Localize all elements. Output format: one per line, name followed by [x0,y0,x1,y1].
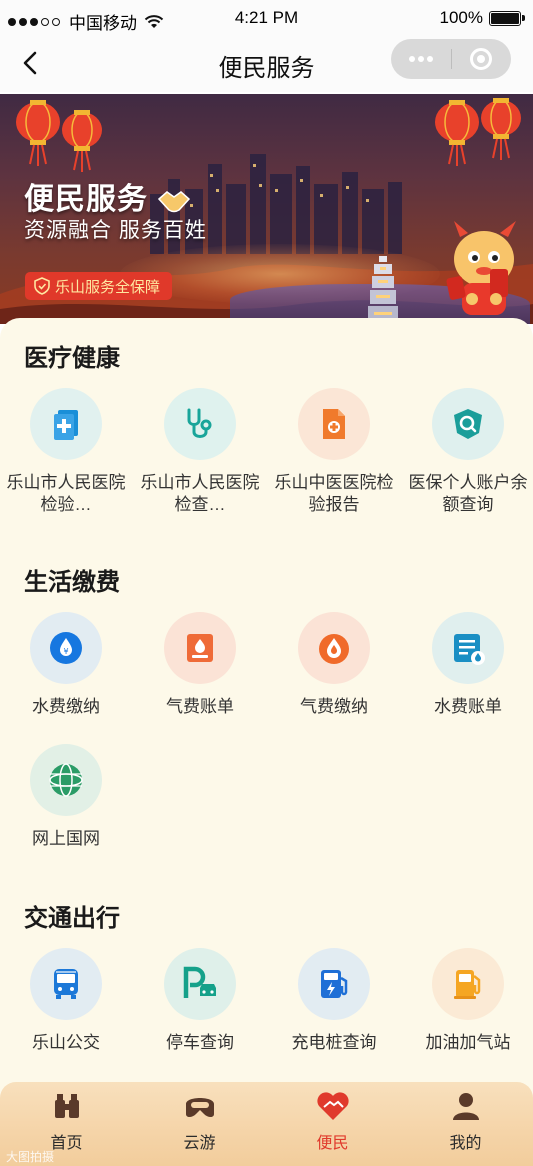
handshake-icon [158,191,191,213]
service-item-label: 充电桩查询 [291,1033,377,1052]
stethoscope-icon [164,388,236,460]
status-bar: 中国移动 4:21 PM 100% [0,0,533,36]
service-item-label: 停车查询 [166,1033,234,1052]
service-item-insurance-balance[interactable]: 医保个人账户余额查询 [402,388,533,516]
service-item-label: 乐山中医医院检验报告 [274,473,394,514]
service-item-label: 加油加气站 [425,1033,511,1052]
watermark: 大图拍摄 [6,1150,55,1164]
tab-label: 云游 [183,1135,216,1152]
navigation-bar: 便民服务 [0,36,533,92]
user-icon [452,1093,479,1120]
insurance-search-icon [432,388,504,460]
banner-subtitle: 资源融合 服务百姓 [24,219,207,242]
service-item-parking[interactable]: 停车查询 [134,948,266,1054]
fuel-station-icon [432,948,504,1020]
target-icon [470,48,493,70]
service-item-charging[interactable]: 充电桩查询 [268,948,400,1054]
svg-text:¥: ¥ [63,647,68,656]
heart-handshake-icon [316,1092,349,1120]
shield-icon [34,277,50,295]
service-item-label: 水费账单 [434,697,502,716]
tab-cloud-tour[interactable]: 云游 [133,1090,266,1153]
banner-title: 便民服务 [24,174,191,218]
battery-icon [489,10,525,26]
binoculars-icon [54,1094,79,1118]
service-item-label: 乐山公交 [32,1033,100,1052]
promo-banner[interactable]: 便民服务 资源融合 服务百姓 乐山服务全保障 [0,94,533,324]
water-bill-icon [432,612,504,684]
tab-mine[interactable]: 我的 [399,1090,532,1153]
tab-label: 我的 [449,1135,482,1152]
service-item-label: 乐山市人民医院检验… [6,473,126,514]
tab-label: 便民 [316,1135,349,1152]
medical-report-icon [30,388,102,460]
close-miniprogram-button[interactable] [451,39,511,79]
pagoda-tower-icon [368,256,398,324]
more-options-button[interactable] [391,39,451,79]
service-item-label: 水费缴纳 [32,697,100,716]
tab-convenience[interactable]: 便民 [266,1090,399,1153]
miniprogram-capsule [391,39,511,79]
services-panel: 医疗健康 乐山市人民医院检验… 乐山市人民医院检查… 乐山中医医院检验报告 医保… [0,318,533,1098]
service-item-state-grid[interactable]: 网上国网 [0,744,132,850]
service-item-hospital-lab[interactable]: 乐山市人民医院检验… [0,388,132,516]
battery-indicator: 100% [439,8,525,28]
dragon-mascot-icon [446,221,516,315]
gas-bill-icon [164,612,236,684]
tab-home[interactable]: 首页 [0,1090,133,1153]
water-drop-icon: ¥ [30,612,102,684]
service-item-water-bill[interactable]: 水费账单 [402,612,533,718]
charging-station-icon [298,948,370,1020]
bus-icon [30,948,102,1020]
section-title-payments: 生活缴费 [24,569,120,596]
lantern-right-icon [435,98,521,166]
vr-glasses-icon [185,1098,214,1117]
service-item-tcm-lab[interactable]: 乐山中医医院检验报告 [268,388,400,516]
lantern-left-icon [16,100,102,172]
service-item-label: 医保个人账户余额查询 [408,473,528,514]
section-title-transport: 交通出行 [24,905,120,932]
service-item-label: 乐山市人民医院检查… [140,473,260,514]
service-item-gas-bill[interactable]: 气费账单 [134,612,266,718]
battery-percent: 100% [439,8,483,27]
flame-icon [298,612,370,684]
medical-document-icon [298,388,370,460]
section-title-medical: 医疗健康 [24,345,120,372]
bottom-tab-bar: 首页 云游 便民 我的 [0,1082,533,1166]
service-item-water-pay[interactable]: ¥ 水费缴纳 [0,612,132,718]
service-item-label: 网上国网 [32,829,100,848]
parking-icon [164,948,236,1020]
service-item-hospital-exam[interactable]: 乐山市人民医院检查… [134,388,266,516]
state-grid-icon [30,744,102,816]
service-item-fuel[interactable]: 加油加气站 [402,948,533,1054]
service-item-bus[interactable]: 乐山公交 [0,948,132,1054]
service-item-label: 气费账单 [166,697,234,716]
service-item-label: 气费缴纳 [300,697,368,716]
service-item-gas-pay[interactable]: 气费缴纳 [268,612,400,718]
service-guarantee-badge: 乐山服务全保障 [25,272,173,300]
